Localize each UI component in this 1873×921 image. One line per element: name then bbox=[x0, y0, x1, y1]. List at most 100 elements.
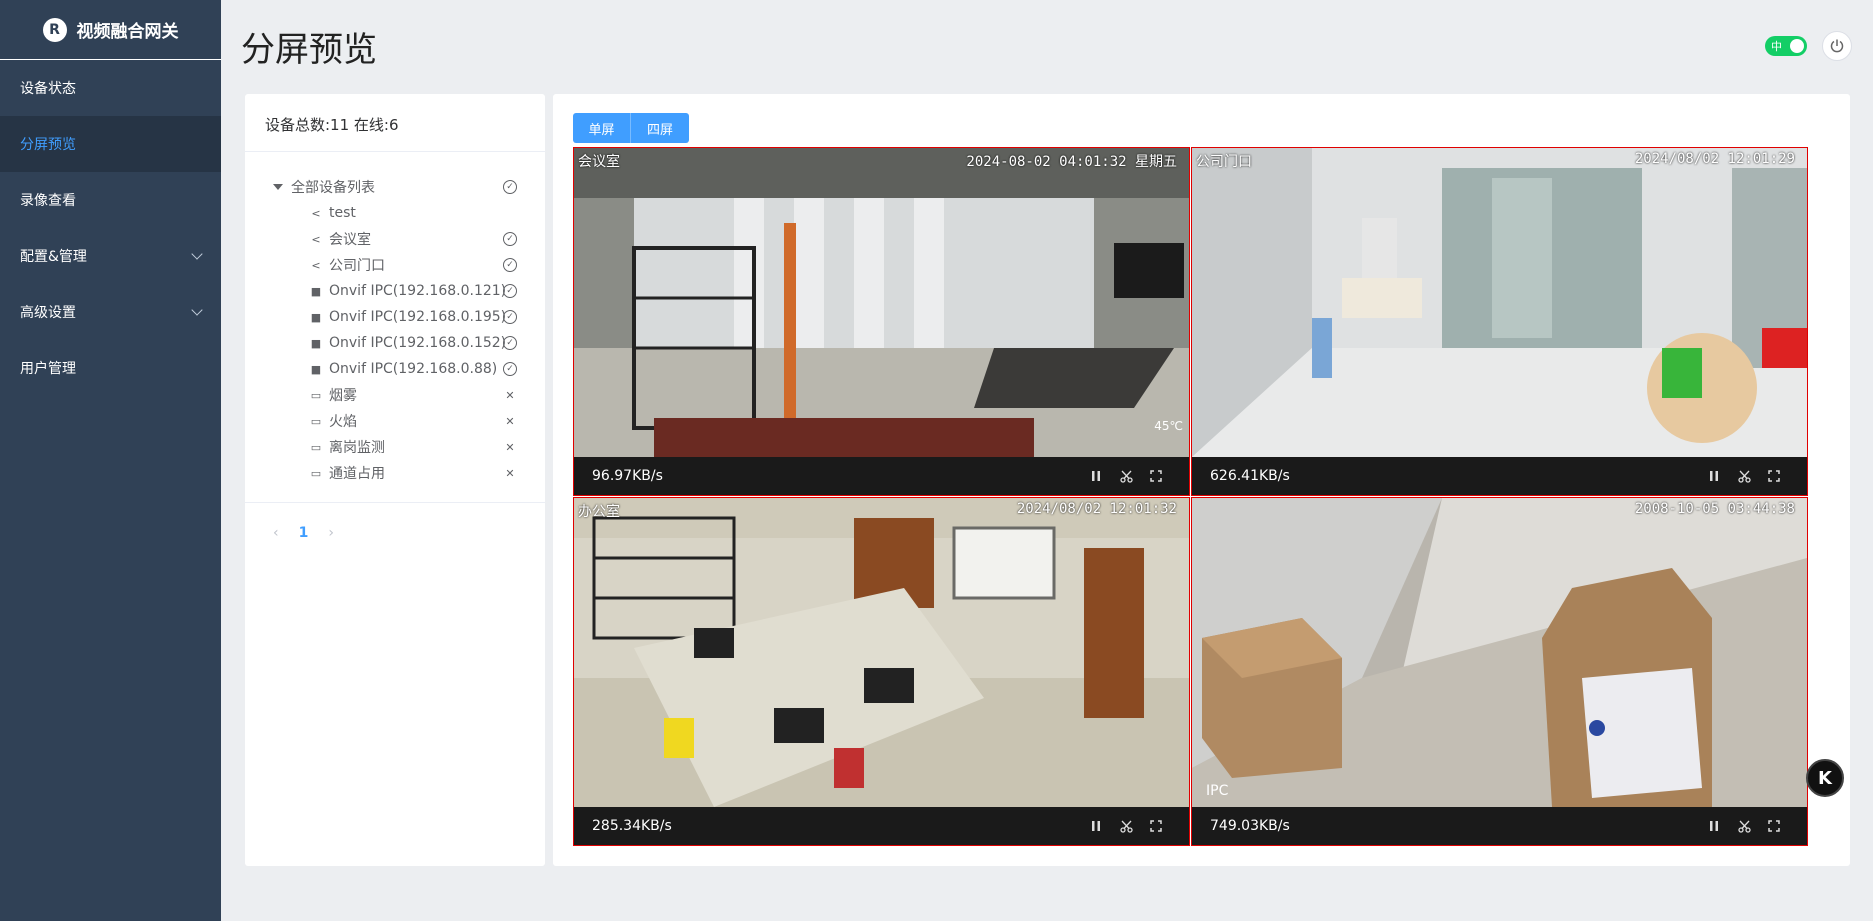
camera-name: 办公室 bbox=[578, 504, 620, 520]
device-panel: 设备总数:11 在线:6 全部设备列表 ✓ < test < 会议室 ✓ < 公司门口 ✓ ■ O… bbox=[245, 94, 545, 866]
layout-mode-group: 单屏 四屏 bbox=[573, 113, 689, 143]
scissors-icon bbox=[1119, 820, 1133, 833]
tree-device-label: Onvif IPC(192.168.0.121) bbox=[329, 283, 507, 299]
camera-timestamp: 2024/08/02 12:01:29 bbox=[1634, 151, 1795, 167]
chevron-down-icon bbox=[191, 248, 203, 260]
camera-timestamp: 2024-08-02 04:01:32 星期五 bbox=[966, 154, 1177, 170]
page-number[interactable]: 1 bbox=[299, 525, 309, 541]
sidebar-item-split-preview[interactable]: 分屏预览 bbox=[0, 116, 221, 172]
prev-page-button[interactable]: ‹ bbox=[273, 525, 279, 541]
fullscreen-button[interactable] bbox=[1759, 820, 1789, 832]
fullscreen-icon bbox=[1768, 470, 1780, 482]
close-icon: ✕ bbox=[505, 414, 515, 428]
pause-icon bbox=[1092, 821, 1100, 831]
fullscreen-button[interactable] bbox=[1141, 470, 1171, 482]
camera-icon: ■ bbox=[310, 362, 322, 376]
tree-device-label: 公司门口 bbox=[329, 258, 385, 274]
close-icon: ✕ bbox=[505, 466, 515, 480]
tree-device-label: test bbox=[329, 205, 356, 221]
app-title: 视频融合网关 bbox=[76, 22, 179, 42]
video-cell[interactable]: 公司门口 2024/08/02 12:01:29 626.41KB/s bbox=[1191, 147, 1808, 496]
single-screen-button[interactable]: 单屏 bbox=[573, 113, 631, 143]
tree-device-item[interactable]: < test bbox=[245, 200, 545, 226]
video-icon: ▭ bbox=[310, 388, 322, 402]
device-summary: 设备总数:11 在线:6 bbox=[245, 94, 545, 152]
page-title: 分屏预览 bbox=[241, 30, 377, 70]
language-toggle[interactable]: 中 bbox=[1765, 36, 1807, 56]
fullscreen-button[interactable] bbox=[1759, 470, 1789, 482]
check-circle-icon: ✓ bbox=[503, 258, 517, 272]
camera-temperature: 45℃ bbox=[1154, 419, 1183, 433]
pause-button[interactable] bbox=[1081, 820, 1111, 832]
video-control-bar: 285.34KB/s bbox=[574, 807, 1189, 845]
camera-icon: ■ bbox=[310, 284, 322, 298]
next-page-button[interactable]: › bbox=[328, 525, 334, 541]
video-feed[interactable]: 办公室 2024/08/02 12:01:32 bbox=[574, 498, 1189, 807]
sidebar-item-users[interactable]: 用户管理 bbox=[0, 340, 221, 396]
tree-device-item[interactable]: ▭ 离岗监测 ✕ bbox=[245, 434, 545, 460]
sidebar-item-config[interactable]: 配置&管理 bbox=[0, 228, 221, 284]
sidebar-item-label: 高级设置 bbox=[20, 305, 76, 321]
video-feed[interactable]: 会议室 2024-08-02 04:01:32 星期五 45℃ bbox=[574, 148, 1189, 457]
sidebar-item-advanced[interactable]: 高级设置 bbox=[0, 284, 221, 340]
scissors-icon bbox=[1737, 470, 1751, 483]
snapshot-button[interactable] bbox=[1111, 470, 1141, 483]
snapshot-button[interactable] bbox=[1111, 820, 1141, 833]
caret-down-icon[interactable] bbox=[273, 184, 283, 190]
share-icon: < bbox=[311, 206, 321, 220]
tree-device-item[interactable]: < 会议室 ✓ bbox=[245, 226, 545, 252]
pause-icon bbox=[1710, 471, 1718, 481]
tree-device-label: Onvif IPC(192.168.0.195) bbox=[329, 309, 507, 325]
close-icon: ✕ bbox=[505, 388, 515, 402]
preview-panel: 单屏 四屏 会议室 2024-08-02 04:01:32 星期五 45℃ 96… bbox=[553, 94, 1850, 866]
video-feed[interactable]: 2008-10-05 03:44:38 IPC bbox=[1192, 498, 1807, 807]
tree-root[interactable]: 全部设备列表 ✓ bbox=[245, 174, 545, 200]
bitrate-label: 285.34KB/s bbox=[592, 818, 672, 834]
video-control-bar: 96.97KB/s bbox=[574, 457, 1189, 495]
tree-device-item[interactable]: < 公司门口 ✓ bbox=[245, 252, 545, 278]
sidebar-item-label: 录像查看 bbox=[20, 193, 76, 209]
tree-device-item[interactable]: ■ Onvif IPC(192.168.0.152) ✓ bbox=[245, 330, 545, 356]
pause-button[interactable] bbox=[1699, 470, 1729, 482]
camera-ipc-label: IPC bbox=[1206, 783, 1229, 799]
video-control-bar: 626.41KB/s bbox=[1192, 457, 1807, 495]
camera-name: 会议室 bbox=[578, 154, 620, 170]
tree-device-item[interactable]: ▭ 烟雾 ✕ bbox=[245, 382, 545, 408]
fullscreen-icon bbox=[1768, 820, 1780, 832]
tree-device-item[interactable]: ▭ 通道占用 ✕ bbox=[245, 460, 545, 486]
scissors-icon bbox=[1119, 470, 1133, 483]
tree-device-item[interactable]: ■ Onvif IPC(192.168.0.88) ✓ bbox=[245, 356, 545, 382]
pause-button[interactable] bbox=[1081, 470, 1111, 482]
sidebar-item-label: 分屏预览 bbox=[20, 137, 76, 153]
floating-assistant-button[interactable]: K bbox=[1806, 759, 1844, 797]
video-cell[interactable]: 2008-10-05 03:44:38 IPC 749.03KB/s bbox=[1191, 497, 1808, 846]
share-icon: < bbox=[311, 258, 321, 272]
toggle-knob bbox=[1790, 39, 1804, 53]
quad-screen-button[interactable]: 四屏 bbox=[631, 113, 689, 143]
video-feed[interactable]: 公司门口 2024/08/02 12:01:29 bbox=[1192, 148, 1807, 457]
pagination: ‹ 1 › bbox=[245, 503, 545, 563]
tree-device-item[interactable]: ▭ 火焰 ✕ bbox=[245, 408, 545, 434]
pause-button[interactable] bbox=[1699, 820, 1729, 832]
tree-device-label: 通道占用 bbox=[329, 466, 385, 482]
video-icon: ▭ bbox=[310, 466, 322, 480]
video-icon: ▭ bbox=[310, 440, 322, 454]
sidebar-item-recordings[interactable]: 录像查看 bbox=[0, 172, 221, 228]
fullscreen-icon bbox=[1150, 470, 1162, 482]
sidebar-item-device-status[interactable]: 设备状态 bbox=[0, 60, 221, 116]
power-button[interactable] bbox=[1822, 31, 1852, 61]
snapshot-button[interactable] bbox=[1729, 470, 1759, 483]
video-cell[interactable]: 会议室 2024-08-02 04:01:32 星期五 45℃ 96.97KB/… bbox=[573, 147, 1190, 496]
power-icon bbox=[1830, 39, 1844, 53]
video-frame bbox=[574, 498, 1189, 807]
tree-device-label: 离岗监测 bbox=[329, 440, 385, 456]
snapshot-button[interactable] bbox=[1729, 820, 1759, 833]
camera-name: 公司门口 bbox=[1196, 154, 1252, 170]
check-circle-icon: ✓ bbox=[503, 232, 517, 246]
video-control-bar: 749.03KB/s bbox=[1192, 807, 1807, 845]
video-cell[interactable]: 办公室 2024/08/02 12:01:32 285.34KB/s bbox=[573, 497, 1190, 846]
camera-timestamp: 2008-10-05 03:44:38 bbox=[1634, 501, 1795, 517]
tree-device-item[interactable]: ■ Onvif IPC(192.168.0.121) ✓ bbox=[245, 278, 545, 304]
tree-device-item[interactable]: ■ Onvif IPC(192.168.0.195) ✓ bbox=[245, 304, 545, 330]
fullscreen-button[interactable] bbox=[1141, 820, 1171, 832]
